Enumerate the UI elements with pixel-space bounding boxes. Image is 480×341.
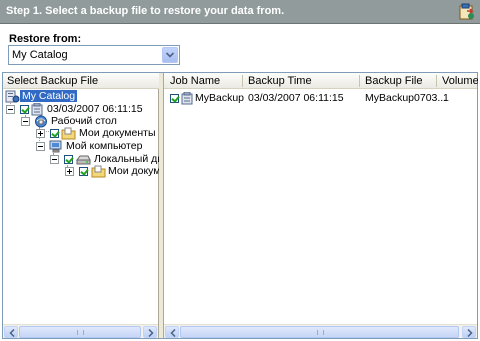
folder-icon (61, 127, 76, 140)
collapse-expander[interactable] (6, 105, 15, 114)
expand-expander[interactable] (36, 129, 45, 138)
chevron-down-icon (166, 52, 174, 58)
chevron-right-icon (467, 329, 473, 337)
column-backup-file[interactable]: Backup File (365, 75, 435, 87)
select-backup-file-header: Select Backup File (7, 75, 99, 87)
collapse-expander[interactable] (36, 142, 45, 151)
tree-label-my-documents-nested: Мои докумен (108, 165, 159, 177)
restore-wizard-icon (458, 3, 476, 21)
backup-checkbox[interactable] (20, 105, 29, 114)
list-horizontal-scrollbar[interactable] (164, 324, 477, 338)
column-job-name[interactable]: Job Name (170, 75, 240, 87)
chevron-left-icon (9, 329, 15, 337)
tree-label-backup-date: 03/03/2007 06:11:15 (47, 103, 143, 115)
tree-label-my-computer: Мой компьютер (66, 140, 143, 152)
restore-from-dropdown[interactable]: My Catalog (8, 45, 180, 65)
tree-label-my-catalog: My Catalog (20, 90, 78, 102)
cell-backup-time: 03/03/2007 06:11:15 (248, 92, 344, 104)
expand-expander[interactable] (65, 167, 74, 176)
scroll-left-button[interactable] (165, 326, 179, 338)
cell-volumes: 1 (443, 92, 449, 104)
backup-tree-pane: Select Backup File My Catalog 03/03/2007… (3, 73, 173, 338)
tree-item-my-computer[interactable]: Мой компьютер (3, 140, 159, 153)
dropdown-button[interactable] (162, 47, 178, 63)
job-checkbox[interactable] (170, 94, 179, 103)
table-row[interactable]: MyBackup 03/03/2007 06:11:15 MyBackup070… (164, 91, 477, 105)
restore-from-label: Restore from: (9, 33, 82, 45)
tree-item-my-documents[interactable]: Мои документы (3, 127, 159, 140)
cell-backup-file: MyBackup0703... (365, 92, 447, 104)
local-disk-checkbox[interactable] (64, 155, 73, 164)
scroll-right-button[interactable] (462, 326, 476, 338)
desktop-icon (34, 115, 48, 128)
tree-item-my-catalog[interactable]: My Catalog (3, 90, 159, 103)
restore-source-area: Restore from: My Catalog (0, 25, 480, 70)
scroll-thumb[interactable] (19, 326, 141, 338)
drive-icon (76, 153, 91, 165)
backup-list-pane: Job Name Backup Time Backup File Volumes… (163, 73, 478, 338)
catalog-icon (5, 90, 20, 103)
step-title: Step 1. Select a backup file to restore … (6, 5, 285, 17)
scroll-right-button[interactable] (143, 326, 157, 338)
chevron-right-icon (148, 329, 154, 337)
column-volumes[interactable]: Volumes (442, 75, 478, 87)
list-header: Job Name Backup Time Backup File Volumes (164, 73, 478, 89)
collapse-expander[interactable] (21, 117, 30, 126)
scroll-thumb[interactable] (180, 326, 459, 338)
folder-icon (91, 165, 106, 178)
tree-header[interactable]: Select Backup File (3, 73, 159, 89)
computer-icon (49, 140, 63, 153)
tree-label-desktop: Рабочий стол (51, 115, 117, 127)
scroll-left-button[interactable] (4, 326, 18, 338)
backup-job-icon (181, 91, 195, 105)
tree-item-my-documents-nested[interactable]: Мои докумен (3, 165, 159, 178)
wizard-step-header: Step 1. Select a backup file to restore … (0, 0, 480, 24)
restore-from-value: My Catalog (12, 49, 68, 61)
backup-browser: Select Backup File My Catalog 03/03/2007… (2, 72, 478, 339)
tree-horizontal-scrollbar[interactable] (3, 324, 158, 338)
nested-documents-checkbox[interactable] (79, 167, 88, 176)
collapse-expander[interactable] (50, 155, 59, 164)
cell-job-name: MyBackup (195, 92, 245, 104)
backup-job-icon (31, 102, 45, 116)
my-documents-checkbox[interactable] (50, 129, 59, 138)
column-backup-time[interactable]: Backup Time (248, 75, 358, 87)
tree-label-my-documents: Мои документы (79, 127, 156, 139)
chevron-left-icon (170, 329, 176, 337)
